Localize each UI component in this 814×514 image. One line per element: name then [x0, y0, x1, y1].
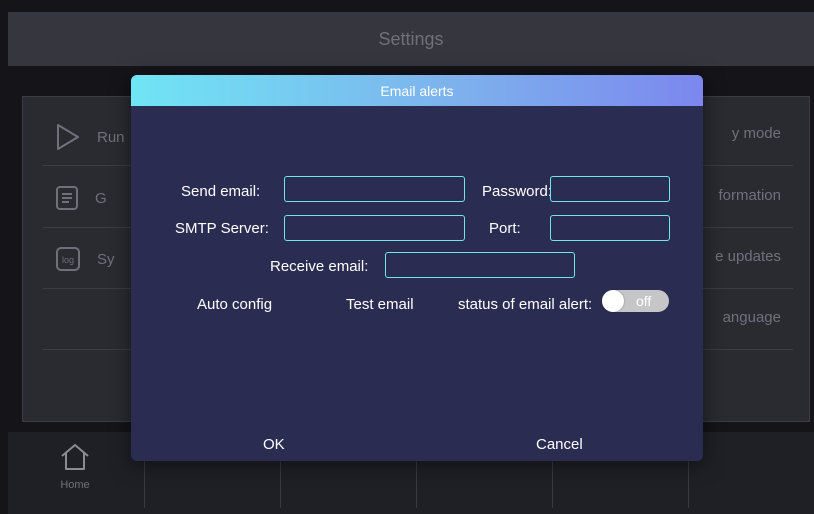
- send-email-field[interactable]: [284, 176, 465, 202]
- home-label: Home: [60, 479, 90, 491]
- nav-divider: [552, 460, 553, 508]
- port-field[interactable]: [550, 215, 670, 241]
- page-title: Settings: [378, 28, 444, 49]
- title-bar: Settings: [8, 12, 814, 66]
- toggle-knob: [602, 290, 624, 312]
- nav-divider: [144, 460, 145, 508]
- menu-row-right-label: anguage: [722, 309, 781, 326]
- send-email-label: Send email:: [181, 183, 261, 200]
- menu-row-right-label: formation: [718, 187, 781, 204]
- dialog-header: Email alerts: [131, 75, 703, 106]
- home-icon: [58, 442, 92, 477]
- menu-row-label: Sy: [97, 250, 115, 268]
- log-icon-text: log: [62, 255, 74, 265]
- auto-config-button[interactable]: Auto config: [197, 296, 272, 313]
- nav-divider: [416, 460, 417, 508]
- document-icon: [55, 185, 79, 211]
- status-label: status of email alert:: [458, 296, 593, 313]
- nav-divider: [280, 460, 281, 508]
- toggle-state-text: off: [636, 293, 652, 309]
- port-label: Port:: [489, 220, 521, 237]
- play-icon: [55, 123, 81, 151]
- receive-email-label: Receive email:: [270, 258, 369, 275]
- smtp-server-field[interactable]: [284, 215, 465, 241]
- nav-divider: [688, 460, 689, 508]
- menu-row-right-label: y mode: [731, 125, 781, 142]
- menu-row-label: G: [95, 189, 107, 207]
- home-button[interactable]: Home: [50, 436, 100, 514]
- test-email-button[interactable]: Test email: [346, 296, 414, 313]
- dialog-title: Email alerts: [380, 82, 454, 99]
- log-icon: log: [55, 246, 81, 272]
- password-field[interactable]: [550, 176, 670, 202]
- menu-row-right-label: e updates: [715, 248, 781, 265]
- email-alerts-dialog: Email alerts Send email: Password: SMTP …: [131, 75, 703, 461]
- cancel-button[interactable]: Cancel: [536, 436, 583, 453]
- menu-row-label: Run: [97, 128, 125, 146]
- email-alert-toggle[interactable]: off: [602, 290, 669, 312]
- ok-button[interactable]: OK: [263, 436, 285, 453]
- password-label: Password:: [482, 183, 553, 200]
- receive-email-field[interactable]: [385, 252, 575, 278]
- smtp-server-label: SMTP Server:: [175, 220, 269, 237]
